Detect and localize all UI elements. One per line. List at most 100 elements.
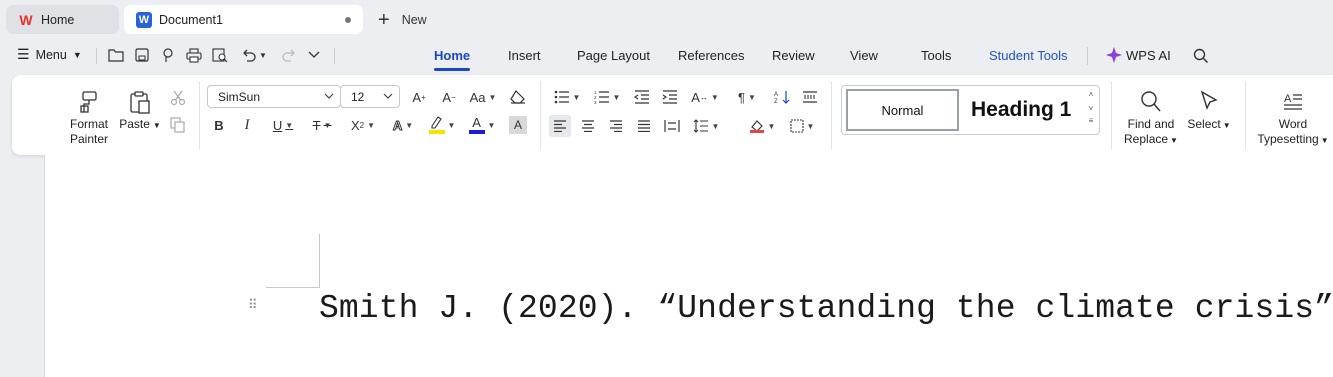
shading-icon[interactable]: ▼ [747, 116, 777, 136]
redo-icon[interactable] [280, 46, 298, 64]
borders-icon[interactable]: ▼ [787, 116, 817, 136]
style-normal[interactable]: Normal [846, 89, 959, 131]
font-name-select[interactable]: SimSun [207, 85, 341, 108]
bold-icon[interactable]: B [211, 115, 227, 135]
sort-icon[interactable]: AZ [773, 87, 791, 107]
divider [540, 81, 541, 149]
font-size-select[interactable]: 12 [340, 85, 400, 108]
menu-row: ☰ Menu ▼ ▼ Home Insert Page Layout Refer… [0, 40, 1333, 72]
bullets-icon[interactable]: ▼ [553, 87, 581, 107]
shrink-font-icon[interactable]: A − [439, 87, 459, 107]
numbering-icon[interactable]: 1 2 3 ▼ [593, 87, 621, 107]
highlight-swatch [428, 130, 445, 134]
chevron-down-icon[interactable]: ˅ [1086, 102, 1096, 116]
open-folder-icon[interactable] [107, 46, 125, 64]
change-case-icon[interactable]: Aa ▼ [467, 87, 499, 107]
justify-icon[interactable] [635, 116, 653, 136]
divider [199, 81, 200, 149]
gallery-scroll[interactable]: ˄ ˅ ≡ [1086, 88, 1096, 126]
tab-student-tools[interactable]: Student Tools [989, 48, 1068, 63]
increase-indent-icon[interactable] [661, 87, 679, 107]
tab-home[interactable]: W Home [6, 5, 119, 34]
copy-icon[interactable] [169, 115, 187, 135]
divider [334, 48, 335, 64]
grow-font-icon[interactable]: A + [409, 87, 429, 107]
svg-text:A: A [1284, 93, 1292, 105]
text-direction-icon[interactable]: A ↔ ▼ [689, 87, 721, 107]
italic-icon[interactable]: I [239, 115, 255, 135]
clear-formatting-icon[interactable] [509, 87, 527, 107]
word-typesetting-line1: Word [1278, 117, 1308, 131]
word-typesetting-button[interactable]: A Word Typesetting ▼ [1255, 90, 1331, 148]
show-hide-icon[interactable] [801, 87, 819, 107]
hamburger-icon: ☰ [17, 46, 30, 62]
paragraph-mark-icon[interactable]: ¶ ▼ [733, 87, 761, 107]
undo-dropdown-icon[interactable]: ▼ [258, 46, 268, 64]
superscript-icon[interactable]: X 2 ▼ [347, 115, 379, 135]
tab-view[interactable]: View [850, 48, 878, 63]
text-effect-icon[interactable]: A ▼ [389, 115, 417, 135]
wps-logo-icon: W [19, 11, 33, 28]
document-page[interactable] [44, 155, 1333, 377]
tab-page-layout[interactable]: Page Layout [577, 48, 650, 63]
wps-ai-button[interactable]: WPS AI [1106, 47, 1171, 63]
menu-button[interactable]: ☰ Menu ▼ [17, 46, 82, 63]
paintbrush-icon [80, 91, 97, 113]
select-button[interactable]: Select ▼ [1186, 90, 1232, 133]
chevron-up-icon[interactable]: ˄ [1086, 88, 1096, 102]
chevron-down-icon: ▼ [1170, 136, 1178, 145]
save-icon[interactable] [133, 46, 151, 64]
highlight-icon[interactable]: ▼ [427, 115, 457, 135]
paste-button[interactable]: Paste ▼ [118, 90, 162, 133]
strikethrough-icon[interactable]: T ▼ [308, 115, 336, 135]
chevron-down-icon [383, 89, 393, 103]
decrease-indent-icon[interactable] [633, 87, 651, 107]
cut-icon[interactable] [169, 88, 187, 108]
margin-corner-mark [319, 234, 320, 287]
find-replace-button[interactable]: Find and Replace ▼ [1122, 90, 1180, 148]
distributed-icon[interactable] [663, 116, 681, 136]
margin-corner-mark [266, 287, 320, 288]
ribbon-home: Format Painter Paste ▼ SimSun 12 A + A − Aa… [12, 75, 1333, 155]
document-text[interactable]: Smith J. (2020). “Understanding the clim… [319, 290, 1333, 327]
tab-document[interactable]: W Document1 [124, 5, 363, 34]
font-color-swatch [468, 130, 485, 134]
export-pdf-icon[interactable] [159, 46, 177, 64]
wps-ai-label: WPS AI [1126, 47, 1171, 63]
align-left-icon[interactable] [549, 115, 571, 137]
tab-insert[interactable]: Insert [508, 48, 541, 63]
undo-icon[interactable] [240, 46, 258, 64]
format-painter-button[interactable]: Format Painter [64, 90, 114, 147]
select-label: Select [1187, 117, 1221, 131]
print-preview-icon[interactable] [211, 46, 229, 64]
tab-home-ribbon[interactable]: Home [434, 48, 471, 71]
format-painter-line2: Painter [69, 132, 109, 146]
more-chevron-icon[interactable] [305, 46, 323, 64]
find-replace-line1: Find and [1127, 117, 1175, 131]
align-center-icon[interactable] [579, 116, 597, 136]
align-right-icon[interactable] [607, 116, 625, 136]
chevron-down-icon: ▼ [1320, 136, 1329, 145]
font-color-icon[interactable]: A ▼ [467, 115, 497, 135]
search-icon[interactable] [1192, 47, 1210, 65]
format-painter-line1: Format [69, 117, 108, 131]
tab-review[interactable]: Review [772, 48, 815, 63]
expand-gallery-icon[interactable]: ≡ [1086, 116, 1096, 126]
chevron-down-icon: ▼ [1222, 121, 1231, 130]
style-heading-1[interactable]: Heading 1 [971, 89, 1071, 131]
line-spacing-icon[interactable]: ▼ [691, 116, 721, 136]
tab-references[interactable]: References [678, 48, 744, 63]
unsaved-dot-icon[interactable] [345, 17, 351, 23]
svg-text:3: 3 [594, 100, 597, 104]
plus-icon: + [378, 9, 390, 31]
paste-label: Paste [119, 117, 150, 131]
font-size-value: 12 [351, 89, 365, 104]
tab-tools[interactable]: Tools [921, 48, 951, 63]
print-icon[interactable] [185, 46, 203, 64]
underline-icon[interactable]: U ▼ [269, 115, 297, 135]
divider [1087, 47, 1088, 65]
divider [1245, 81, 1246, 149]
drag-handle-icon[interactable]: ⠿ [248, 298, 258, 318]
new-tab-button[interactable]: + New [378, 9, 427, 31]
char-shading-icon[interactable]: A [509, 116, 527, 134]
